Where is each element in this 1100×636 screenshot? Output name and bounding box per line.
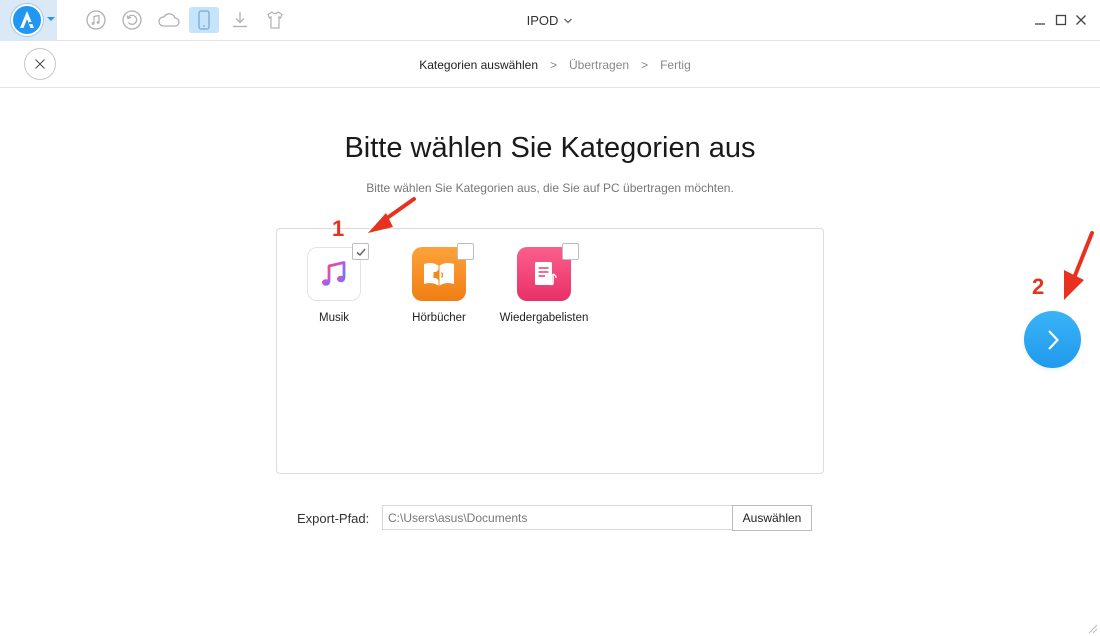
category-music-checkbox[interactable] [352,243,369,260]
device-selector[interactable]: IPOD [500,0,600,41]
toolbar-download-button[interactable] [225,7,255,33]
category-label: Musik [318,312,350,324]
page-title: Bitte wählen Sie Kategorien aus [344,132,756,164]
device-icon [198,10,210,30]
toolbar-tshirt-button[interactable] [260,7,290,33]
annotation-arrow-icon [368,197,416,233]
breadcrumb: Kategorien auswählen > Übertragen > Fert… [0,41,1100,88]
toolbar-cloud-button[interactable] [154,7,184,33]
step-transfer: Übertragen [569,57,630,72]
export-path-label: Export-Pfad: [297,511,370,526]
tshirt-icon [267,11,283,29]
logo-dropdown-icon[interactable] [44,12,58,26]
steps-bar: Kategorien auswählen > Übertragen > Fert… [0,41,1100,88]
app-logo-icon[interactable] [11,4,43,36]
annotation-number: 2 [1032,274,1045,299]
chevron-right-icon [1047,329,1059,350]
category-label: Wiedergabelisten [499,312,589,324]
next-button[interactable] [1024,311,1081,368]
annotation-number: 1 [332,216,345,241]
step-separator: > [641,57,649,72]
restore-icon [122,10,142,30]
chevron-down-icon [564,18,573,23]
maximize-icon [1055,14,1067,26]
music-note-icon [86,10,106,30]
page-subtitle: Bitte wählen Sie Kategorien aus, die Sie… [366,181,734,195]
checkmark-icon [356,248,366,256]
close-icon [1076,15,1086,25]
window-close-button[interactable] [1072,11,1090,29]
category-panel: Musik Hörbücher Wiedergabelisten [276,228,824,474]
download-icon [233,12,247,28]
choose-path-button[interactable]: Auswählen [732,505,812,531]
step-separator: > [550,57,558,72]
step-done: Fertig [660,57,691,72]
toolbar-restore-button[interactable] [117,7,147,33]
category-audiobooks-checkbox[interactable] [457,243,474,260]
maximize-button[interactable] [1052,11,1070,29]
minimize-button[interactable] [1031,11,1049,29]
app-logo-area[interactable] [0,0,57,41]
category-playlists-checkbox[interactable] [562,243,579,260]
export-path-input[interactable] [382,505,732,530]
device-title: IPOD [526,13,559,28]
annotation-arrow-icon [1064,231,1094,300]
category-label: Hörbücher [412,312,466,324]
toolbar-device-button[interactable] [189,7,219,33]
step-select-categories: Kategorien auswählen [419,57,538,72]
resize-grip-icon[interactable] [1086,622,1098,634]
minimize-icon [1035,23,1045,25]
toolbar-music-button[interactable] [81,7,111,33]
cloud-icon [158,13,180,27]
title-bar: IPOD [0,0,1100,41]
